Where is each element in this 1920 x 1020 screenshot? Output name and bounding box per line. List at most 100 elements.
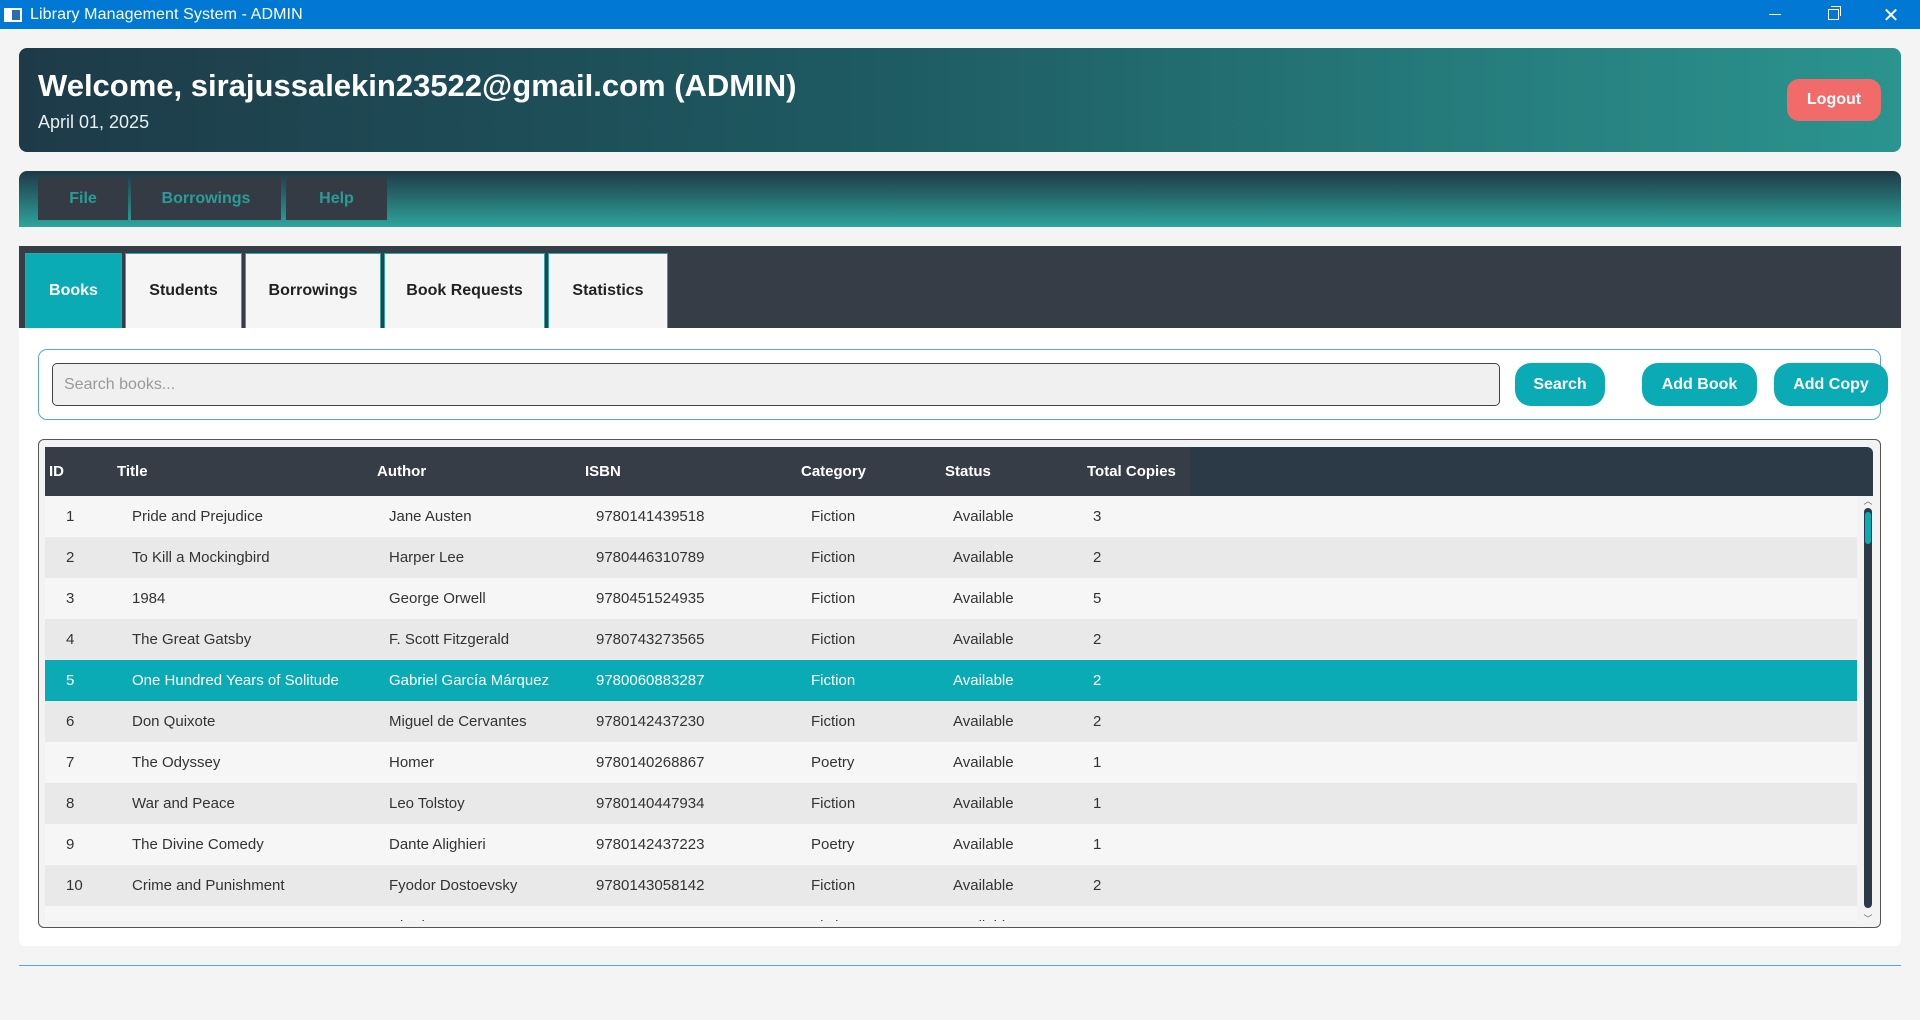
cell-total-copies: 3 [1093, 508, 1102, 525]
table-row[interactable]: 4 The Great Gatsby F. Scott Fitzgerald 9780… [45, 619, 1857, 660]
cell-id: 3 [66, 590, 75, 607]
cell-id: 6 [66, 713, 75, 730]
window-title: Library Management System - ADMIN [30, 5, 303, 23]
cell-id: 10 [66, 877, 83, 894]
cell-total-copies: 1 [1093, 795, 1102, 812]
cell-category: Fiction [811, 795, 856, 812]
cell-total-copies: 5 [1093, 590, 1102, 607]
cell-isbn: 9780451524935 [596, 590, 705, 607]
cell-total-copies: 2 [1093, 713, 1102, 730]
cell-isbn: 9780141441146 [596, 906, 703, 921]
cell-author: Miguel de Cervantes [389, 713, 527, 730]
cell-isbn: 9780743273565 [596, 631, 705, 648]
column-header-total-copies[interactable]: Total Copies [1087, 447, 1176, 496]
cell-isbn: 9780140447934 [596, 795, 705, 812]
cell-title: The Odyssey [132, 754, 221, 771]
cell-total-copies: 2 [1093, 631, 1102, 648]
tab-strip: Books Students Borrowings Book Requests … [19, 246, 1901, 328]
restore-button[interactable] [1804, 0, 1862, 29]
column-header-title[interactable]: Title [117, 447, 148, 496]
cell-status: Available [953, 549, 1014, 566]
cell-id: 8 [66, 795, 75, 812]
cell-category: Fiction [811, 906, 855, 921]
bottom-divider [19, 965, 1901, 966]
cell-status: Available [953, 906, 1014, 921]
cell-isbn: 9780141439518 [596, 508, 705, 525]
cell-total-copies: 1 [1093, 906, 1101, 921]
minimize-button[interactable] [1746, 0, 1804, 29]
column-header-isbn[interactable]: ISBN [585, 447, 621, 496]
search-button[interactable]: Search [1515, 363, 1605, 406]
books-panel: Search Add Book Add Copy ID Title Author… [19, 328, 1901, 946]
add-copy-button[interactable]: Add Copy [1774, 363, 1888, 406]
minimize-icon [1769, 14, 1781, 15]
cell-category: Poetry [811, 836, 855, 853]
scroll-down-arrow-icon[interactable]: ﹀ [1863, 915, 1873, 924]
cell-title: One Hundred Years of Solitude [132, 672, 339, 689]
cell-title: 1984 [132, 590, 166, 607]
tab-borrowings[interactable]: Borrowings [245, 253, 381, 328]
cell-id: 7 [66, 754, 75, 771]
menu-file[interactable]: File [38, 177, 128, 220]
cell-total-copies: 1 [1093, 836, 1102, 853]
close-icon: ✕ [1882, 2, 1900, 27]
logout-button[interactable]: Logout [1787, 79, 1881, 121]
cell-isbn: 9780142437230 [596, 713, 705, 730]
add-book-button[interactable]: Add Book [1642, 363, 1757, 406]
table-row[interactable]: 2 To Kill a Mockingbird Harper Lee 97804463… [45, 537, 1857, 578]
table-row[interactable]: 9 The Divine Comedy Dante Alighieri 9780142… [45, 824, 1857, 865]
table-row[interactable]: 8 War and Peace Leo Tolstoy 9780140447934 Fi… [45, 783, 1857, 824]
cell-status: Available [953, 754, 1014, 771]
current-date: April 01, 2025 [38, 112, 150, 132]
menu-help[interactable]: Help [286, 177, 387, 220]
table-row[interactable]: 7 The Odyssey Homer 9780140268867 Poetry Avai… [45, 742, 1857, 783]
cell-category: Fiction [811, 549, 856, 566]
cell-status: Available [953, 877, 1014, 894]
cell-status: Available [953, 836, 1014, 853]
cell-category: Fiction [811, 631, 856, 648]
tab-students[interactable]: Students [125, 253, 242, 328]
column-header-status[interactable]: Status [945, 447, 991, 496]
table-row[interactable]: 3 1984 George Orwell 9780451524935 Fiction Av… [45, 578, 1857, 619]
close-button[interactable]: ✕ [1862, 0, 1920, 29]
column-header-author[interactable]: Author [377, 447, 426, 496]
cell-author: Gabriel García Márquez [389, 672, 550, 689]
welcome-header: Welcome, sirajussalekin23522@gmail.com (… [19, 48, 1901, 152]
cell-title: Pride and Prejudice [132, 508, 263, 525]
cell-title: Don Quixote [132, 713, 216, 730]
table-row[interactable]: 6 Don Quixote Miguel de Cervantes 978014243… [45, 701, 1857, 742]
cell-status: Available [953, 795, 1014, 812]
cell-id: 1 [66, 508, 75, 525]
cell-isbn: 9780143058142 [596, 877, 705, 894]
search-input[interactable] [52, 363, 1500, 406]
table-row[interactable]: 11 Jane Eyre Charlotte Brontë 9780141441146… [45, 906, 1857, 921]
cell-id: 5 [66, 672, 75, 689]
scroll-up-arrow-icon[interactable]: ︿ [1863, 497, 1873, 506]
welcome-text: Welcome, sirajussalekin23522@gmail.com (… [38, 68, 797, 103]
column-header-id[interactable]: ID [49, 447, 64, 496]
vertical-scrollbar[interactable]: ︿ ﹀ [1863, 496, 1873, 924]
cell-author: Harper Lee [389, 549, 465, 566]
cell-author: George Orwell [389, 590, 486, 607]
table-row[interactable]: 10 Crime and Punishment Fyodor Dostoevsky 9… [45, 865, 1857, 906]
cell-title: The Great Gatsby [132, 631, 252, 648]
scroll-thumb[interactable] [1865, 512, 1871, 544]
cell-title: To Kill a Mockingbird [132, 549, 270, 566]
table-row[interactable]: 1 Pride and Prejudice Jane Austen 978014143… [45, 496, 1857, 537]
cell-category: Fiction [811, 590, 856, 607]
restore-icon [1827, 6, 1841, 20]
cell-title: The Divine Comedy [132, 836, 264, 853]
tab-book-requests[interactable]: Book Requests [384, 253, 545, 328]
cell-author: Fyodor Dostoevsky [389, 877, 518, 894]
tab-statistics[interactable]: Statistics [548, 253, 668, 328]
cell-status: Available [953, 631, 1014, 648]
scroll-track[interactable] [1864, 508, 1872, 908]
menu-borrowings[interactable]: Borrowings [131, 177, 281, 220]
cell-author: F. Scott Fitzgerald [389, 631, 510, 648]
cell-author: Leo Tolstoy [389, 795, 465, 812]
column-header-category[interactable]: Category [801, 447, 866, 496]
search-toolbar: Search Add Book Add Copy [38, 349, 1888, 420]
tab-books[interactable]: Books [25, 253, 122, 328]
table-row[interactable]: 5 One Hundred Years of Solitude Gabriel Ga… [45, 660, 1857, 701]
cell-status: Available [953, 672, 1014, 689]
